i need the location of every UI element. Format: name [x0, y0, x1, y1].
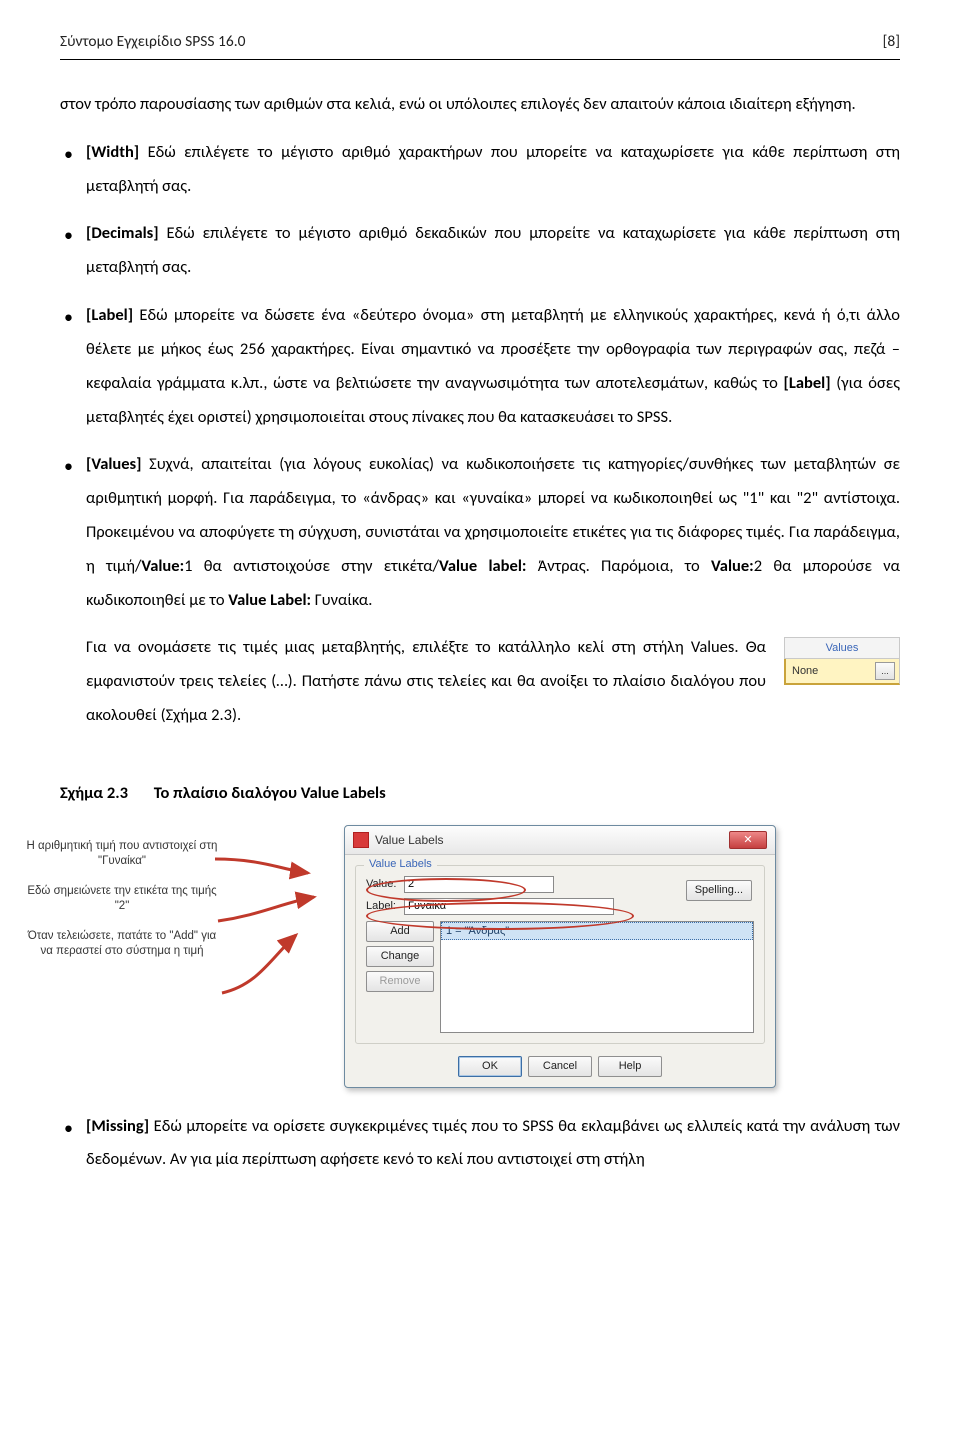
text-values-d: Value label:	[439, 556, 526, 576]
dialog-title: Value Labels	[375, 833, 729, 847]
text-values-h: Value Label:	[228, 590, 311, 610]
annotation-value: Η αριθμητική τιμή που αντιστοιχεί στη "Γ…	[22, 839, 222, 870]
annotation-add: Όταν τελειώσετε, πατάτε το "Add" για να …	[22, 929, 222, 960]
values-ellipsis-button[interactable]: ...	[875, 662, 895, 680]
values-column-snippet: Values None ...	[784, 637, 900, 685]
label-values: [Values]	[86, 454, 149, 474]
header-rule	[60, 59, 900, 60]
group-legend: Value Labels	[364, 858, 437, 870]
app-icon	[353, 832, 369, 848]
change-button[interactable]: Change	[366, 946, 434, 967]
text-values-f: Value:	[711, 556, 754, 576]
intro-paragraph: στον τρόπο παρουσίασης των αριθμών στα κ…	[60, 88, 900, 122]
header-right: [8]	[883, 32, 900, 51]
figure-number: Σχήμα 2.3	[60, 777, 150, 811]
bullet-label: [Label] Εδώ μπορείτε να δώσετε ένα «δεύτ…	[60, 299, 900, 434]
bullet-missing: [Missing] Εδώ μπορείτε να ορίσετε συγκεκ…	[60, 1110, 900, 1178]
figure-title: Το πλαίσιο διαλόγου Value Labels	[154, 783, 386, 803]
label-missing: [Missing]	[86, 1116, 154, 1136]
text-values-c: 1 θα αντιστοιχούσε στην ετικέτα/	[184, 556, 439, 576]
label-label: [Label]	[86, 305, 139, 325]
values-cell-text: None	[790, 665, 875, 677]
ok-button[interactable]: OK	[458, 1056, 522, 1077]
ring-value	[366, 878, 526, 902]
bullet-width: [Width] Εδώ επιλέγετε το μέγιστο αριθμό …	[60, 136, 900, 204]
label-decimals: [Decimals]	[86, 223, 166, 243]
value-labels-listbox[interactable]: 1 = "Άνδρας"	[440, 921, 754, 1033]
values-column-cell[interactable]: None ...	[784, 659, 900, 685]
text-width: Εδώ επιλέγετε το μέγιστο αριθμό χαρακτήρ…	[86, 142, 900, 196]
text-label-a: Εδώ μπορείτε να δώσετε ένα «δεύτερο όνομ…	[86, 305, 900, 393]
help-button[interactable]: Help	[598, 1056, 662, 1077]
annotation-label: Εδώ σημειώνετε την ετικέτα της τιμής "2"	[22, 884, 222, 915]
text-values-e: Άντρας. Παρόμοια, το	[526, 556, 711, 576]
spelling-button[interactable]: Spelling...	[686, 880, 752, 901]
figure-2-3: Η αριθμητική τιμή που αντιστοιχεί στη "Γ…	[60, 825, 900, 1088]
close-icon: ✕	[743, 833, 752, 846]
remove-button[interactable]: Remove	[366, 971, 434, 992]
text-decimals: Εδώ επιλέγετε το μέγιστο αριθμό δεκαδικώ…	[86, 223, 900, 277]
figure-heading: Σχήμα 2.3 Το πλαίσιο διαλόγου Value Labe…	[60, 777, 900, 811]
cancel-button[interactable]: Cancel	[528, 1056, 592, 1077]
text-values-i: Γυναίκα.	[311, 590, 372, 610]
text-missing: Εδώ μπορείτε να ορίσετε συγκεκριμένες τι…	[86, 1116, 900, 1170]
value-labels-dialog: Value Labels ✕ Value Labels Value: Spell…	[344, 825, 776, 1088]
ring-label	[366, 902, 634, 930]
text-label-b: [Label]	[784, 373, 831, 393]
close-button[interactable]: ✕	[729, 831, 767, 849]
header-left: Σύντομο Εγχειρίδιο SPSS 16.0	[60, 32, 246, 51]
bullet-values: [Values] Συχνά, απαιτείται (για λόγους ε…	[60, 448, 900, 617]
text-values-b: Value:	[141, 556, 184, 576]
label-width: [Width]	[86, 142, 148, 162]
values-paragraph: Για να ονομάσετε τις τιμές μιας μεταβλητ…	[86, 631, 766, 732]
values-column-header: Values	[784, 638, 900, 659]
bullet-decimals: [Decimals] Εδώ επιλέγετε το μέγιστο αριθ…	[60, 217, 900, 285]
